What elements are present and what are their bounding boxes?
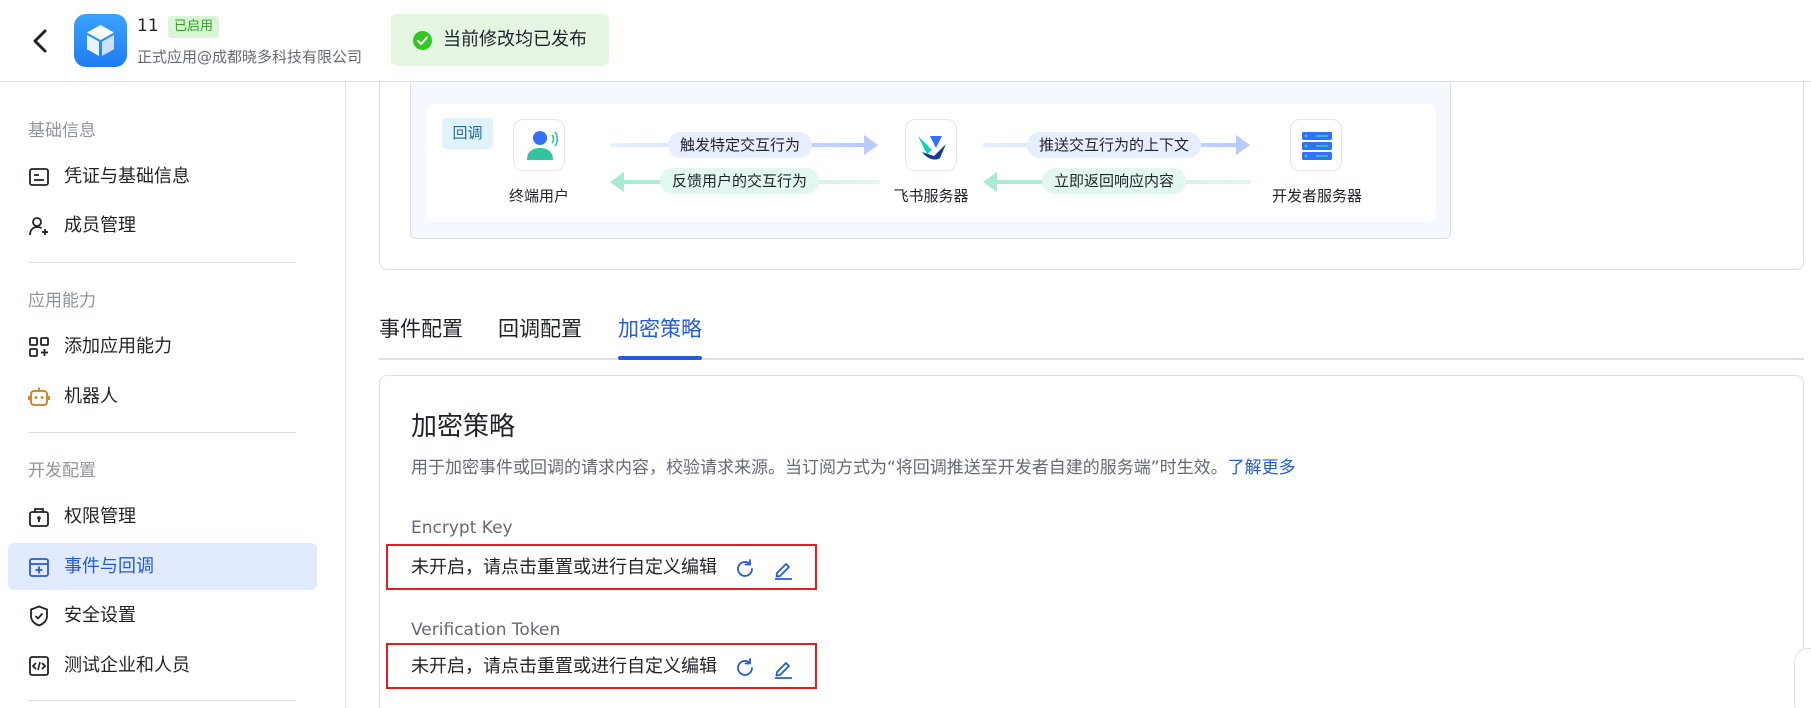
publish-status-toast: 当前修改均已发布: [391, 14, 609, 66]
learn-more-link[interactable]: 了解更多: [1228, 458, 1296, 478]
sidebar-item-label: 机器人: [64, 386, 118, 407]
sidebar-item-label: 凭证与基础信息: [64, 166, 190, 187]
status-badge: 已启用: [168, 16, 220, 38]
sidebar-item-members[interactable]: 成员管理: [8, 202, 317, 249]
feishu-server-icon: [905, 119, 957, 171]
edit-icon[interactable]: [772, 558, 794, 580]
app-name: 11: [137, 16, 159, 36]
callback-tag: 回调: [442, 118, 493, 149]
sidebar-group-basic: 基础信息: [28, 121, 96, 141]
tab-event-config[interactable]: 事件配置: [379, 315, 463, 343]
id-card-icon: [28, 166, 50, 188]
sidebar-group-capabilities: 应用能力: [28, 291, 96, 311]
developer-server-icon: [1290, 119, 1342, 171]
reset-icon[interactable]: [734, 657, 756, 679]
sidebar-item-test-enterprise[interactable]: 测试企业和人员: [8, 642, 317, 689]
flow-label-trigger: 触发特定交互行为: [668, 132, 813, 158]
sidebar-item-security[interactable]: 安全设置: [8, 592, 317, 639]
sidebar-item-permissions[interactable]: 权限管理: [8, 493, 317, 540]
flow-label-push-context: 推送交互行为的上下文: [1027, 132, 1202, 158]
active-tab-indicator: [618, 356, 702, 360]
node-label-developer-server: 开发者服务器: [1271, 187, 1362, 205]
node-label-end-user: 终端用户: [508, 187, 569, 205]
end-user-icon: [513, 119, 565, 171]
sidebar-item-events-callbacks[interactable]: 事件与回调: [8, 543, 317, 590]
sidebar-item-add-capability[interactable]: 添加应用能力: [8, 323, 317, 370]
section-description: 用于加密事件或回调的请求内容，校验请求来源。当订阅方式为“将回调推送至开发者自建…: [411, 456, 1296, 480]
encrypt-key-field: 未开启，请点击重置或进行自定义编辑: [386, 544, 817, 590]
verification-token-field: 未开启，请点击重置或进行自定义编辑: [386, 643, 817, 689]
description-text: 用于加密事件或回调的请求内容，校验请求来源。当订阅方式为“将回调推送至开发者自建…: [411, 458, 1228, 478]
sidebar-item-label: 测试企业和人员: [64, 655, 190, 676]
edit-icon[interactable]: [772, 657, 794, 679]
sidebar-divider: [28, 432, 296, 433]
back-arrow-icon[interactable]: [26, 24, 54, 58]
top-header: 11 已启用 正式应用@成都晓多科技有限公司 当前修改均已发布: [0, 0, 1811, 82]
tab-callback-config[interactable]: 回调配置: [498, 315, 582, 343]
sidebar-divider: [28, 262, 296, 263]
robot-icon: [28, 386, 50, 408]
node-label-feishu-server: 飞书服务器: [893, 187, 969, 205]
verification-token-value: 未开启，请点击重置或进行自定义编辑: [411, 656, 717, 677]
sidebar-item-label: 权限管理: [64, 506, 136, 527]
app-grid-add-icon: [28, 336, 50, 358]
arrow-head-right-icon: [1236, 135, 1250, 155]
section-title: 加密策略: [411, 412, 516, 442]
code-box-icon: [28, 655, 50, 677]
sidebar-item-label: 事件与回调: [64, 556, 154, 577]
arrow-head-right-icon: [864, 135, 878, 155]
verification-token-label: Verification Token: [411, 620, 561, 640]
sidebar-item-label: 添加应用能力: [64, 336, 172, 357]
shield-check-icon: [28, 605, 50, 627]
reset-icon[interactable]: [734, 558, 756, 580]
tab-bar: [379, 358, 1804, 360]
tab-encryption-strategy[interactable]: 加密策略: [618, 315, 702, 343]
sidebar-group-dev-config: 开发配置: [28, 461, 96, 481]
briefcase-lock-icon: [28, 506, 50, 528]
publish-status-text: 当前修改均已发布: [443, 29, 587, 50]
floating-helper-button[interactable]: [1794, 648, 1811, 708]
flow-label-return-response: 立即返回响应内容: [1042, 168, 1187, 194]
user-add-icon: [28, 215, 50, 237]
app-cube-icon: [74, 14, 127, 67]
sidebar-item-label: 安全设置: [64, 605, 136, 626]
success-check-icon: [413, 31, 432, 50]
arrow-head-left-icon: [610, 172, 624, 192]
encrypt-key-label: Encrypt Key: [411, 518, 513, 538]
sidebar-divider: [28, 700, 296, 701]
app-organization: 正式应用@成都晓多科技有限公司: [137, 48, 363, 66]
sidebar-item-label: 成员管理: [64, 215, 136, 236]
arrow-head-left-icon: [983, 172, 997, 192]
sidebar-item-credentials[interactable]: 凭证与基础信息: [8, 153, 317, 200]
flow-label-feedback: 反馈用户的交互行为: [660, 168, 820, 194]
event-callback-icon: [28, 556, 50, 578]
encrypt-key-value: 未开启，请点击重置或进行自定义编辑: [411, 557, 717, 578]
sidebar-item-robot[interactable]: 机器人: [8, 373, 317, 420]
